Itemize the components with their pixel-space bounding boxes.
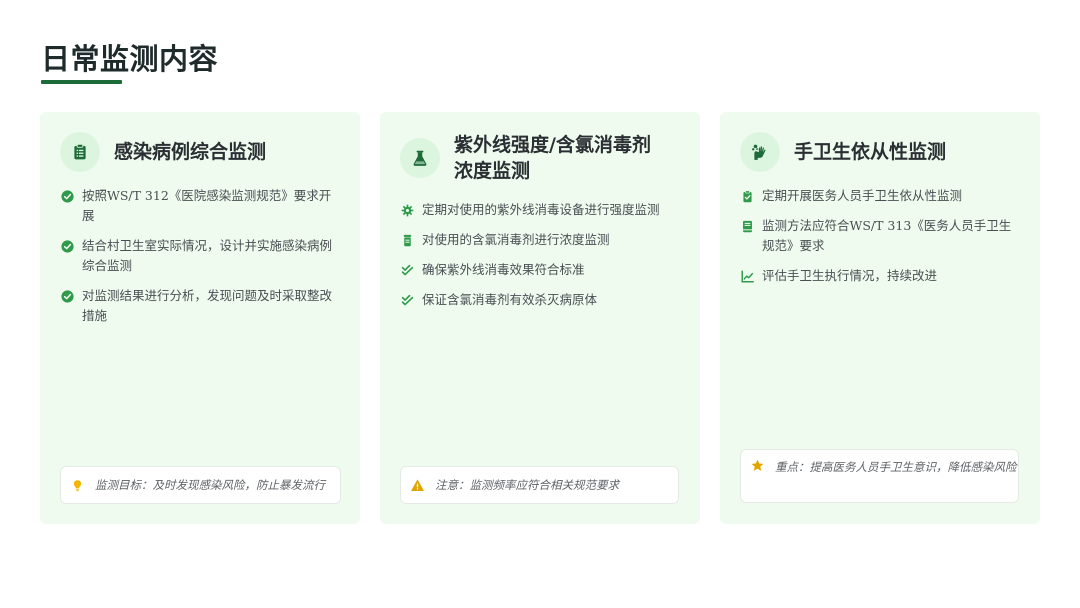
- list-item: 对监测结果进行分析，发现问题及时采取整改措施: [60, 286, 342, 326]
- list-item: 监测方法应符合WS/T 313《医务人员手卫生规范》要求: [740, 216, 1022, 256]
- list-item: 结合村卫生室实际情况，设计并实施感染病例综合监测: [60, 236, 342, 276]
- card-title-line-2: 浓度监测: [454, 160, 531, 182]
- note-box: 注意：监测频率应符合相关规范要求: [400, 466, 679, 504]
- list-item: 按照WS/T 312《医院感染监测规范》要求开展: [60, 186, 342, 226]
- page-title: 日常监测内容: [41, 42, 219, 76]
- list-item: 定期开展医务人员手卫生依从性监测: [740, 186, 1022, 206]
- title-underline: [41, 80, 122, 84]
- note-text: 监测目标：及时发现感染风险，防止暴发流行: [95, 478, 325, 492]
- card-item-list: 定期开展医务人员手卫生依从性监测 监测方法应符合WS/T 313《医务人员手卫生…: [740, 186, 1022, 296]
- check-circle-icon: [60, 239, 74, 253]
- note-text: 注意：监测频率应符合相关规范要求: [435, 478, 619, 492]
- flask-icon: [400, 138, 440, 178]
- card-infection-monitoring: 感染病例综合监测 按照WS/T 312《医院感染监测规范》要求开展 结合村卫生室…: [40, 112, 360, 524]
- hands-wash-icon: [740, 132, 780, 172]
- check-circle-icon: [60, 289, 74, 303]
- note-text: 重点：提高医务人员手卫生意识，降低感染风险: [775, 460, 1017, 474]
- list-item: 确保紫外线消毒效果符合标准: [400, 260, 682, 280]
- clipboard-check-icon: [740, 189, 754, 203]
- list-item: 评估手卫生执行情况，持续改进: [740, 266, 1022, 286]
- card-header: 感染病例综合监测: [60, 132, 344, 172]
- card-hand-hygiene-monitoring: 手卫生依从性监测 定期开展医务人员手卫生依从性监测 监测方法应符合WS/T 31…: [720, 112, 1040, 524]
- card-title: 手卫生依从性监测: [794, 141, 947, 163]
- note-box: 监测目标：及时发现感染风险，防止暴发流行: [60, 466, 341, 504]
- list-item: 定期对使用的紫外线消毒设备进行强度监测: [400, 200, 682, 220]
- gear-icon: [400, 203, 414, 217]
- card-header: 紫外线强度/含氯消毒剂 浓度监测: [400, 132, 684, 184]
- chart-line-icon: [740, 269, 754, 283]
- star-icon: [749, 459, 765, 472]
- list-item: 对使用的含氯消毒剂进行浓度监测: [400, 230, 682, 250]
- card-header: 手卫生依从性监测: [740, 132, 1024, 172]
- list-item: 保证含氯消毒剂有效杀灭病原体: [400, 290, 682, 310]
- clipboard-icon: [60, 132, 100, 172]
- note-box: 重点：提高医务人员手卫生意识，降低感染风险: [740, 449, 1019, 503]
- check-circle-icon: [60, 189, 74, 203]
- warning-icon: [409, 479, 425, 492]
- bottle-icon: [400, 233, 414, 247]
- card-item-list: 按照WS/T 312《医院感染监测规范》要求开展 结合村卫生室实际情况，设计并实…: [60, 186, 342, 336]
- card-title-line-1: 紫外线强度/含氯消毒剂: [454, 134, 651, 156]
- card-disinfection-monitoring: 紫外线强度/含氯消毒剂 浓度监测 定期对使用的紫外线消毒设备进行强度监测 对使用…: [380, 112, 700, 524]
- double-check-icon: [400, 293, 414, 307]
- card-title: 感染病例综合监测: [114, 141, 267, 163]
- card-item-list: 定期对使用的紫外线消毒设备进行强度监测 对使用的含氯消毒剂进行浓度监测 确保紫外…: [400, 200, 682, 320]
- double-check-icon: [400, 263, 414, 277]
- book-icon: [740, 219, 754, 233]
- card-title: 紫外线强度/含氯消毒剂 浓度监测: [454, 132, 651, 184]
- lightbulb-icon: [69, 479, 85, 492]
